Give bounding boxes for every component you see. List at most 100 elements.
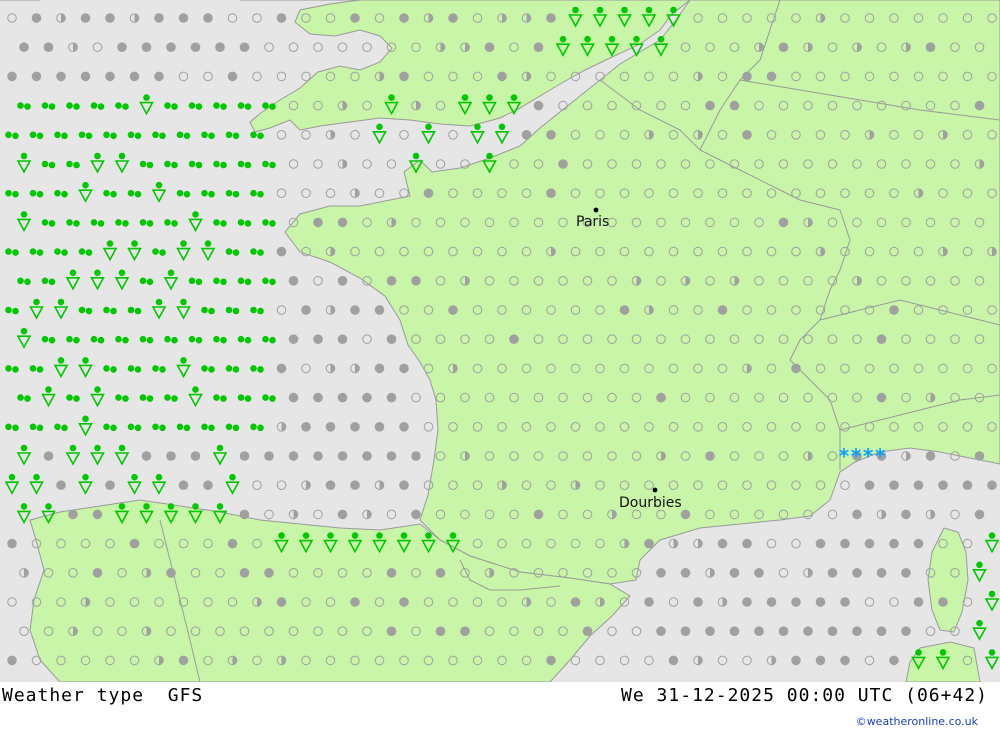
city-dot bbox=[593, 207, 599, 213]
cloudy-symbol bbox=[925, 42, 936, 52]
city-label: Paris bbox=[576, 214, 609, 230]
cloudy-symbol bbox=[680, 568, 691, 578]
cloudy-symbol bbox=[484, 42, 495, 52]
cloudy-symbol bbox=[239, 42, 250, 52]
cloudy-symbol bbox=[276, 363, 287, 374]
cloudy-symbol bbox=[203, 480, 213, 491]
cloudy-symbol bbox=[276, 13, 287, 23]
cloudy-symbol bbox=[876, 334, 887, 345]
cloudy-symbol bbox=[288, 451, 299, 461]
cloudy-symbol bbox=[889, 538, 899, 549]
cloudy-symbol bbox=[276, 246, 287, 257]
cloudy-symbol bbox=[656, 568, 666, 578]
cloudy-symbol bbox=[778, 42, 789, 52]
cloudy-symbol bbox=[742, 597, 752, 607]
cloudy-symbol bbox=[386, 334, 397, 345]
cloudy-symbol bbox=[105, 71, 115, 82]
cloudy-symbol bbox=[791, 597, 801, 607]
cloudy-symbol bbox=[717, 305, 728, 315]
cloudy-symbol bbox=[693, 597, 703, 607]
snow-symbol: **** bbox=[838, 444, 886, 468]
credit-link[interactable]: ©weatheronline.co.uk bbox=[856, 715, 978, 728]
cloudy-symbol bbox=[533, 42, 544, 52]
cloudy-symbol bbox=[92, 568, 103, 578]
cloudy-symbol bbox=[56, 71, 66, 82]
cloudy-symbol bbox=[791, 655, 801, 666]
cloudy-symbol bbox=[876, 626, 887, 636]
cloudy-symbol bbox=[190, 451, 201, 461]
cloudy-symbol bbox=[889, 655, 899, 666]
cloudy-symbol bbox=[239, 509, 250, 520]
cloudy-symbol bbox=[337, 217, 348, 228]
cloudy-symbol bbox=[705, 451, 715, 461]
cloudy-symbol bbox=[19, 42, 29, 52]
cloudy-symbol bbox=[435, 626, 446, 636]
cloudy-symbol bbox=[7, 71, 17, 82]
cloudy-symbol bbox=[166, 42, 176, 52]
cloudy-symbol bbox=[288, 276, 299, 286]
cloudy-symbol bbox=[350, 305, 360, 315]
cloudy-symbol bbox=[644, 597, 654, 607]
cloudy-symbol bbox=[374, 363, 385, 374]
cloudy-symbol bbox=[570, 597, 581, 607]
weather-map: **** Paris Dourbies bbox=[0, 0, 1000, 682]
cloudy-symbol bbox=[350, 13, 360, 23]
cloudy-symbol bbox=[460, 626, 470, 636]
cloudy-symbol bbox=[840, 597, 850, 607]
cloudy-symbol bbox=[313, 334, 323, 345]
cloudy-symbol bbox=[521, 130, 532, 140]
cloudy-symbol bbox=[705, 626, 715, 636]
cloudy-symbol bbox=[729, 568, 740, 578]
cloudy-symbol bbox=[815, 538, 826, 549]
cloudy-symbol bbox=[362, 392, 372, 403]
cloudy-symbol bbox=[288, 334, 299, 345]
cloudy-symbol bbox=[435, 568, 446, 578]
cloudy-symbol bbox=[864, 538, 875, 549]
cloudy-symbol bbox=[656, 626, 666, 636]
cloudy-symbol bbox=[105, 480, 115, 491]
cloudy-symbol bbox=[350, 480, 360, 491]
forecast-datetime: We 31-12-2025 00:00 UTC (06+42) bbox=[621, 685, 988, 706]
product-name: Weather type bbox=[2, 685, 145, 706]
cloudy-symbol bbox=[129, 538, 140, 549]
cloudy-symbol bbox=[227, 538, 238, 549]
cloudy-symbol bbox=[742, 538, 752, 549]
cloudy-symbol bbox=[43, 42, 54, 52]
cloudy-symbol bbox=[313, 392, 323, 403]
cloudy-symbol bbox=[227, 71, 238, 82]
cloudy-symbol bbox=[901, 626, 911, 636]
cloudy-symbol bbox=[301, 422, 311, 432]
cloudy-symbol bbox=[178, 13, 189, 23]
cloudy-symbol bbox=[546, 655, 556, 666]
cloudy-symbol bbox=[337, 392, 348, 403]
cloudy-symbol bbox=[178, 480, 189, 491]
cloudy-symbol bbox=[423, 188, 434, 198]
cloudy-symbol bbox=[166, 568, 176, 578]
cloudy-symbol bbox=[754, 568, 764, 578]
cloudy-symbol bbox=[668, 655, 679, 666]
cloudy-symbol bbox=[337, 334, 348, 345]
cloudy-symbol bbox=[876, 568, 887, 578]
cloudy-symbol bbox=[411, 276, 421, 286]
cloudy-symbol bbox=[239, 451, 250, 461]
cloudy-symbol bbox=[791, 363, 801, 374]
cloudy-symbol bbox=[68, 509, 78, 520]
cloudy-symbol bbox=[974, 509, 985, 520]
cloudy-symbol bbox=[313, 451, 323, 461]
cloudy-symbol bbox=[80, 71, 91, 82]
cloudy-symbol bbox=[889, 480, 899, 491]
cloudy-symbol bbox=[313, 217, 323, 228]
cloudy-symbol bbox=[350, 422, 360, 432]
cloudy-symbol bbox=[411, 451, 421, 461]
cloudy-symbol bbox=[190, 42, 201, 52]
cloudy-symbol bbox=[31, 71, 42, 82]
cloudy-symbol bbox=[337, 276, 348, 286]
cloudy-symbol bbox=[203, 13, 213, 23]
map-footer: Weather type GFS We 31-12-2025 00:00 UTC… bbox=[0, 682, 1000, 733]
cloudy-symbol bbox=[766, 71, 777, 82]
cloudy-symbol bbox=[742, 130, 752, 140]
cloudy-symbol bbox=[374, 422, 385, 432]
cloudy-symbol bbox=[729, 100, 740, 111]
cloudy-symbol bbox=[337, 451, 348, 461]
cloudy-symbol bbox=[399, 363, 409, 374]
